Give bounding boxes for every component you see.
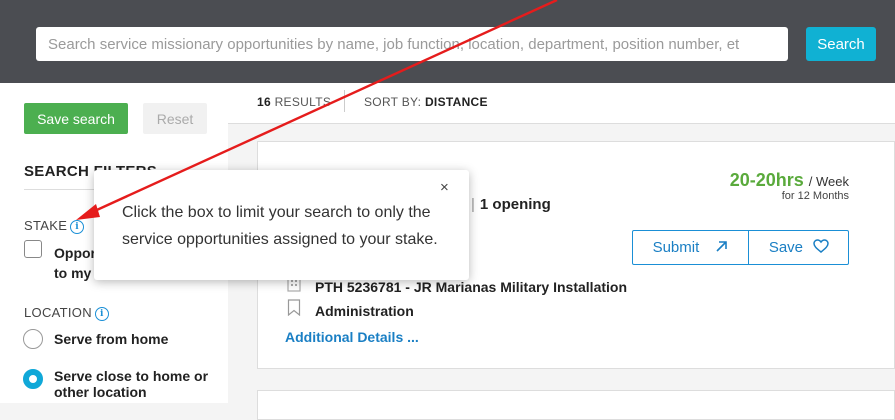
- submit-button[interactable]: Submit: [633, 231, 749, 264]
- location-info-icon[interactable]: i: [94, 307, 109, 321]
- results-count-number: 16: [257, 95, 271, 109]
- sort-by[interactable]: SORT BY: DISTANCE: [364, 95, 488, 109]
- heart-icon: [813, 239, 829, 253]
- save-label: Save: [768, 239, 804, 256]
- tooltip-close-icon[interactable]: ×: [440, 179, 449, 196]
- hours-per-week: 20-20hrs / Week: [730, 170, 849, 191]
- reset-button[interactable]: Reset: [143, 103, 207, 134]
- serve-from-home-label[interactable]: Serve from home: [54, 331, 168, 347]
- save-search-button[interactable]: Save search: [24, 103, 128, 134]
- additional-details-link[interactable]: Additional Details ...: [285, 329, 419, 345]
- stake-checkbox-label-line-1: Oppor: [54, 245, 96, 261]
- duration: for 12 Months: [781, 190, 849, 202]
- tooltip-text: Click the box to limit your search to on…: [122, 204, 438, 248]
- results-count-suffix: RESULTS: [274, 95, 332, 109]
- card-action-buttons: Submit Save: [632, 230, 849, 265]
- results-divider: [344, 90, 345, 112]
- stake-info-icon[interactable]: i: [70, 220, 85, 234]
- hours-value: 20-20hrs: [729, 170, 804, 190]
- stake-checkbox[interactable]: [24, 240, 42, 258]
- opening-pipe: |: [471, 196, 475, 213]
- openings-text: 1 opening: [479, 196, 551, 213]
- serve-close-to-home-radio[interactable]: [23, 369, 43, 389]
- submit-label: Submit: [652, 239, 700, 256]
- opportunity-card-next[interactable]: [257, 390, 895, 420]
- serve-close-label-line-1: Serve close to home or: [54, 368, 209, 384]
- search-input[interactable]: [36, 27, 788, 61]
- department-text: Administration: [315, 303, 414, 319]
- sort-by-value: DISTANCE: [424, 95, 488, 109]
- save-button[interactable]: Save: [750, 231, 848, 264]
- stake-checkbox-label-line-2: to my: [54, 265, 92, 281]
- opening-count: )|1 opening: [462, 196, 551, 213]
- search-button[interactable]: Search: [806, 27, 876, 61]
- stake-label-text: STAKE: [24, 218, 68, 233]
- results-count: 16 RESULTS: [257, 95, 331, 109]
- serve-close-to-home-label[interactable]: Serve close to home or other location: [54, 368, 208, 400]
- stake-checkbox-label[interactable]: Oppor to my: [54, 243, 96, 283]
- serve-from-home-radio[interactable]: [23, 329, 43, 349]
- hours-unit: / Week: [808, 174, 849, 189]
- sort-by-prefix: SORT BY:: [364, 95, 422, 109]
- location-filter-label: LOCATION i: [24, 305, 109, 321]
- bookmark-icon: [285, 299, 303, 319]
- serve-close-label-line-2: other location: [54, 384, 147, 400]
- position-text: PTH 5236781 - JR Marianas Military Insta…: [315, 279, 628, 295]
- location-label-text: LOCATION: [24, 305, 92, 320]
- stake-filter-label: STAKE i: [24, 218, 85, 234]
- department-row: Administration: [285, 299, 414, 319]
- arrow-up-right-icon: [716, 241, 728, 252]
